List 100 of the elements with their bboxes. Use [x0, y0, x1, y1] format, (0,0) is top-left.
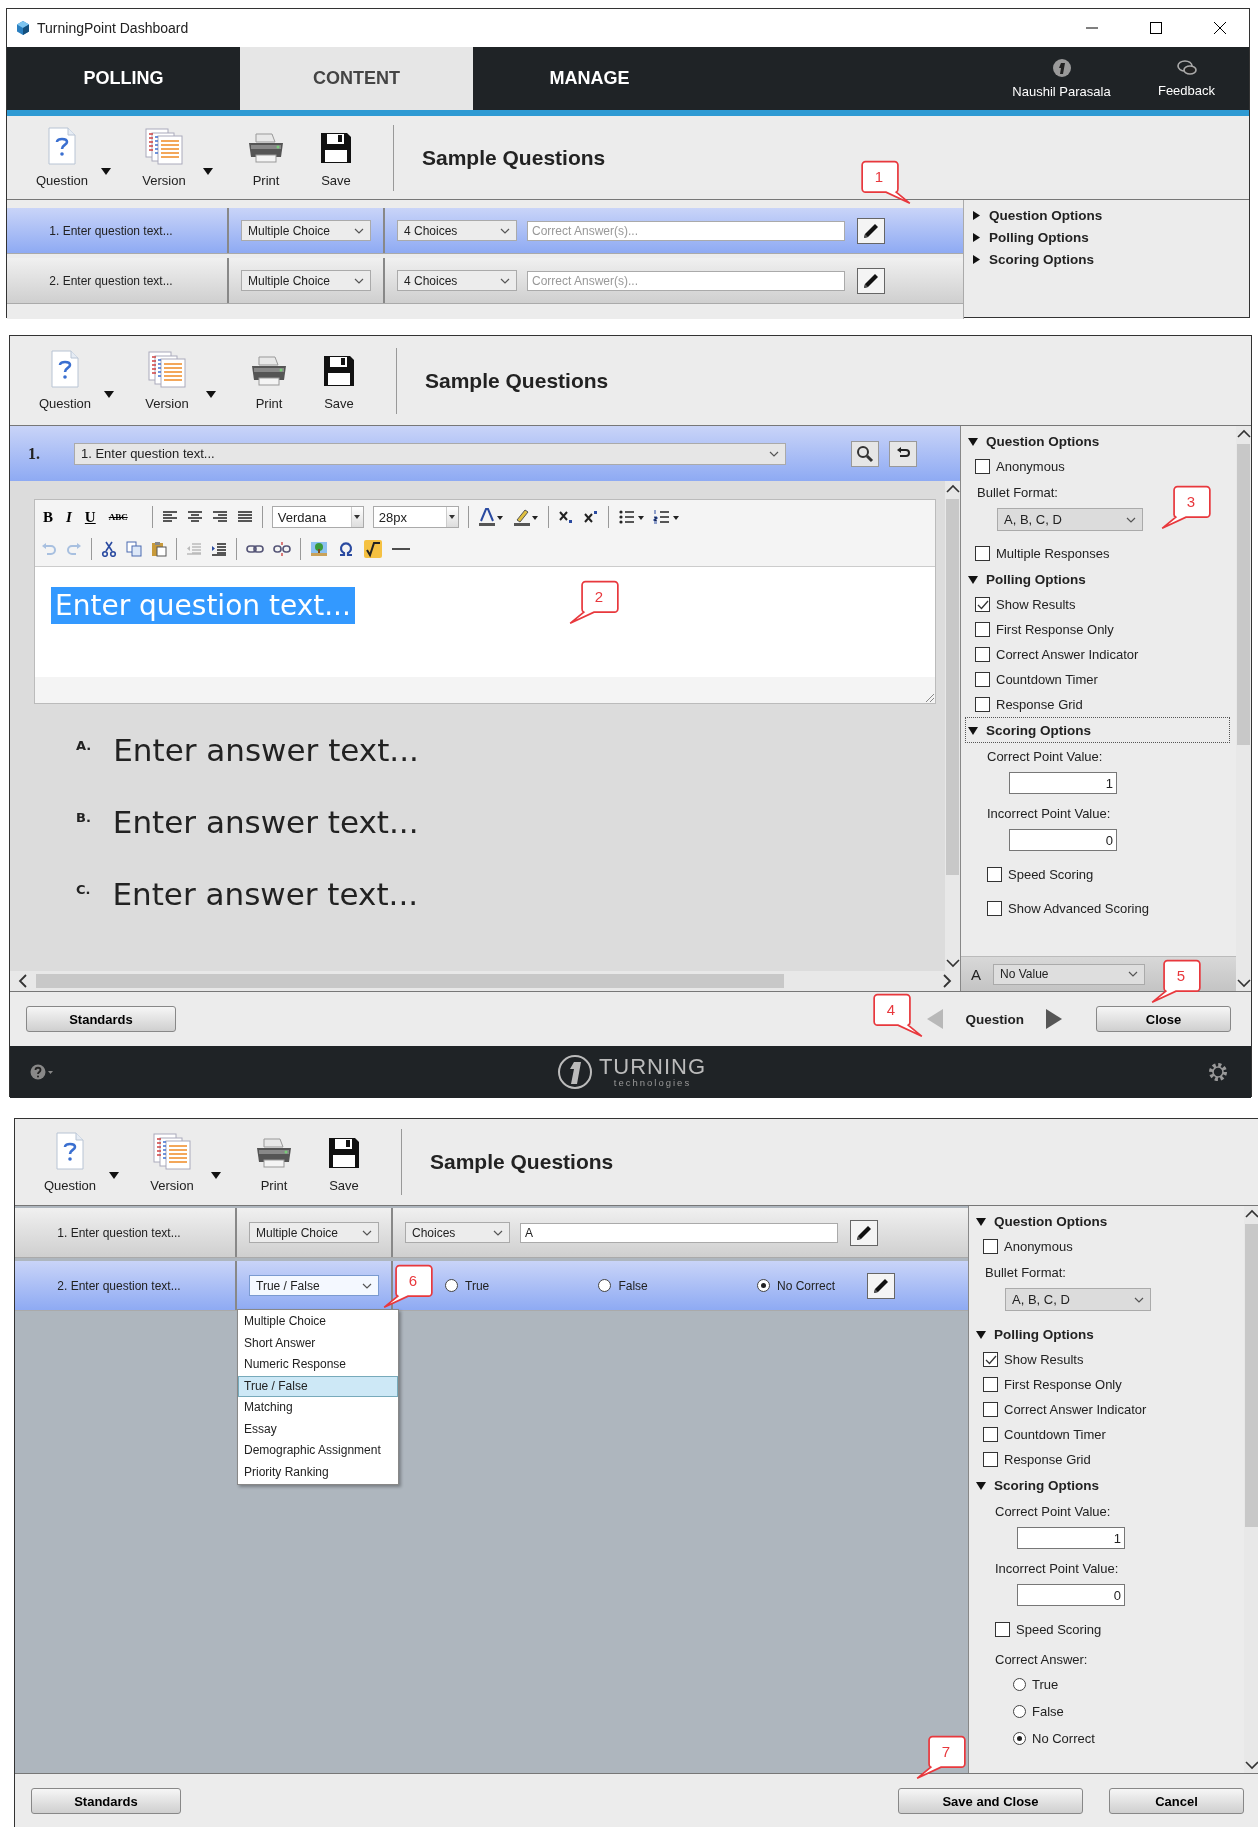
menu-item[interactable]: Short Answer	[238, 1332, 398, 1354]
stacked-pages-icon[interactable]	[147, 350, 187, 388]
checkbox[interactable]	[975, 546, 990, 561]
justify-icon[interactable]	[236, 509, 253, 525]
expand-arrow-icon[interactable]	[968, 725, 978, 735]
menu-item[interactable]: Priority Ranking	[238, 1461, 398, 1483]
section-title[interactable]: Polling Options	[989, 230, 1089, 245]
font-color-icon[interactable]	[477, 508, 504, 526]
section-header[interactable]: Scoring Options	[973, 1472, 1238, 1498]
expand-arrow-icon[interactable]	[972, 255, 981, 264]
scroll-down-icon[interactable]	[1236, 978, 1251, 988]
toolbar-label[interactable]: Version	[145, 396, 189, 411]
expand-arrow-icon[interactable]	[968, 574, 978, 584]
section-header[interactable]: Question Options	[973, 1208, 1238, 1234]
paste-icon[interactable]	[151, 541, 167, 557]
checkbox-label[interactable]: Multiple Responses	[996, 546, 1110, 561]
caret-icon[interactable]	[203, 167, 213, 176]
point-value-field[interactable]: 0	[1009, 829, 1117, 851]
radio-button[interactable]	[598, 1279, 612, 1292]
caret-icon[interactable]	[101, 167, 111, 176]
square-root-icon[interactable]	[364, 540, 382, 558]
question-type-select[interactable]: True / False	[249, 1275, 379, 1296]
question-row[interactable]: 2. Enter question text... Multiple Choice 4 Choices Correct Answer(s)...	[7, 258, 963, 304]
question-document-icon[interactable]	[50, 350, 80, 388]
omega-icon[interactable]	[337, 541, 355, 557]
standards-button[interactable]: Standards	[31, 1788, 181, 1814]
indent-icon[interactable]	[211, 541, 227, 557]
toolbar-label[interactable]: Question	[35, 173, 88, 188]
answer-value-select[interactable]: No Value	[993, 963, 1145, 985]
checkbox-label[interactable]: Speed Scoring	[1016, 1621, 1102, 1637]
checkbox-label[interactable]: Show Results	[996, 597, 1076, 612]
user-name[interactable]: Naushil Parasala	[1012, 84, 1111, 99]
expand-arrow-icon[interactable]	[972, 233, 981, 242]
checkbox[interactable]	[983, 1377, 998, 1392]
question-document-icon[interactable]	[55, 1131, 85, 1170]
format-button[interactable]: ABC	[106, 512, 143, 522]
checkbox-label[interactable]: Show Results	[1004, 1352, 1084, 1367]
section-title[interactable]: Scoring Options	[986, 722, 1091, 738]
bullet-format-select[interactable]: A, B, C, D	[1005, 1288, 1151, 1311]
expand-arrow-icon[interactable]	[976, 1329, 986, 1339]
chevron-down-icon[interactable]	[354, 277, 364, 284]
checkbox-label[interactable]: Response Grid	[996, 697, 1083, 712]
checkbox-label[interactable]: Countdown Timer	[1004, 1427, 1106, 1442]
chevron-down-icon[interactable]	[493, 1229, 503, 1236]
chevron-down-icon[interactable]	[500, 227, 510, 234]
checkbox-label[interactable]: Countdown Timer	[996, 672, 1098, 687]
bullet-format-select[interactable]: A, B, C, D	[997, 508, 1143, 531]
close-icon[interactable]	[1213, 21, 1227, 35]
scroll-left-icon[interactable]	[18, 974, 28, 988]
chevron-down-icon[interactable]	[362, 1282, 372, 1289]
caret-icon[interactable]	[109, 1172, 119, 1180]
point-value-field[interactable]: 1	[1009, 772, 1117, 794]
toolbar-label[interactable]: Save	[321, 173, 351, 188]
align-center-icon[interactable]	[186, 509, 203, 525]
question-type-select[interactable]: Multiple Choice	[241, 220, 371, 241]
checkbox-label[interactable]: First Response Only	[996, 622, 1114, 637]
scroll-bar[interactable]	[10, 971, 960, 991]
scissors-icon[interactable]	[101, 541, 117, 557]
expand-arrow-icon[interactable]	[976, 1480, 986, 1490]
help-icon[interactable]	[30, 1064, 56, 1080]
scroll-up-icon[interactable]	[945, 484, 960, 494]
checkbox[interactable]	[995, 1621, 1010, 1637]
chevron-down-icon[interactable]	[1126, 516, 1136, 523]
chevron-down-icon[interactable]	[354, 227, 364, 234]
close-button[interactable]: Close	[1096, 1006, 1231, 1032]
choices-select[interactable]: 4 Choices	[397, 220, 517, 241]
radio-button[interactable]	[445, 1279, 458, 1292]
chat-bubbles-icon[interactable]	[1175, 59, 1198, 77]
save-and-close-button[interactable]: Save and Close	[898, 1788, 1083, 1814]
checkbox[interactable]	[983, 1402, 998, 1417]
radio-label[interactable]: False	[1032, 1704, 1064, 1719]
question-type-select[interactable]: Multiple Choice	[241, 270, 371, 291]
copy-icon[interactable]	[126, 541, 142, 557]
toolbar-label[interactable]: Save	[329, 1177, 359, 1193]
section-header[interactable]: Polling Options	[973, 1321, 1238, 1347]
toolbar-label[interactable]: Question	[38, 396, 91, 411]
format-button[interactable]: B	[41, 508, 55, 526]
section-title[interactable]: Question Options	[994, 1213, 1108, 1229]
section-title[interactable]: Scoring Options	[989, 252, 1094, 267]
chevron-down-icon[interactable]	[1134, 1296, 1144, 1303]
cancel-button[interactable]: Cancel	[1109, 1788, 1244, 1814]
caret-icon[interactable]	[104, 390, 114, 399]
radio-label[interactable]: False	[618, 1278, 648, 1293]
point-value-field[interactable]: 1	[1017, 1527, 1125, 1549]
checkbox[interactable]	[975, 697, 990, 712]
checkbox[interactable]	[987, 900, 1002, 916]
checkbox-label[interactable]: Anonymous	[1004, 1239, 1073, 1254]
font-select[interactable]: Verdana	[271, 506, 364, 528]
checkbox-label[interactable]: Show Advanced Scoring	[1008, 900, 1149, 916]
section-header[interactable]: Scoring Options	[965, 717, 1230, 743]
menu-item[interactable]: Numeric Response	[238, 1354, 398, 1376]
radio-label[interactable]: No Correct	[777, 1278, 835, 1293]
question-select[interactable]: 1. Enter question text...	[74, 442, 786, 465]
radio-button[interactable]	[1013, 1732, 1026, 1745]
section-header[interactable]: Polling Options	[965, 566, 1230, 592]
scroll-up-icon[interactable]	[1236, 429, 1251, 439]
search-button[interactable]	[851, 440, 879, 467]
menu-item[interactable]: True / False	[238, 1375, 398, 1397]
toolbar-label[interactable]: Question	[43, 1177, 96, 1193]
chevron-down-icon[interactable]	[1128, 971, 1138, 977]
